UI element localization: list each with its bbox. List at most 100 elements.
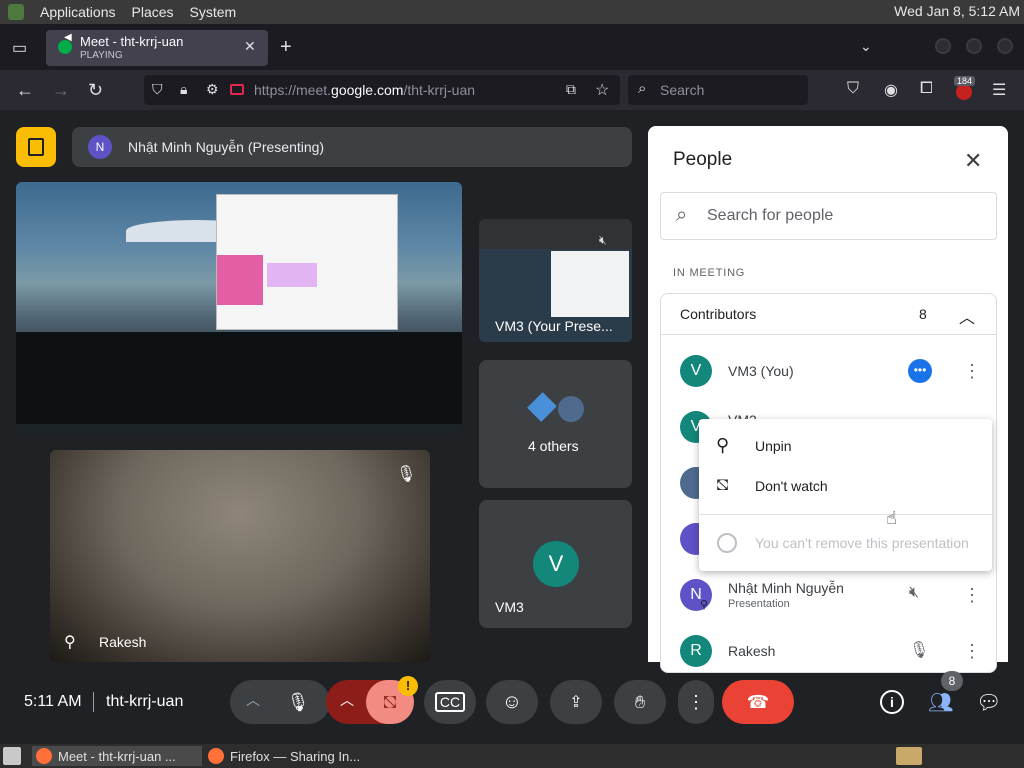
dont-watch-menu-item[interactable]: Don't watch: [755, 478, 828, 494]
taskbar-item-meet[interactable]: Meet - tht-krrj-uan ...: [32, 746, 202, 766]
leave-call-button[interactable]: ☎︎: [722, 680, 794, 724]
chat-icon[interactable]: 💬︎: [976, 690, 1001, 715]
presenting-label: Nhật Minh Nguyễn (Presenting): [128, 139, 325, 155]
tab-playing-status: PLAYING: [80, 50, 123, 61]
emoji-icon: ☺: [501, 690, 523, 713]
system-menu[interactable]: System: [190, 4, 237, 20]
video-off-icon: ⛞: [716, 477, 730, 494]
window-minimize-button[interactable]: [935, 38, 951, 54]
tracking-shield-icon[interactable]: ⛉: [152, 81, 163, 98]
forward-icon[interactable]: →: [52, 80, 70, 101]
participant-more-icon[interactable]: ⋮: [963, 641, 981, 662]
rakesh-video-tile[interactable]: [50, 450, 430, 662]
shared-window-thumbnail: [216, 194, 398, 330]
shared-window-purple-box: [267, 263, 317, 287]
muted-mic-icon: 🎙︎: [396, 466, 417, 483]
permissions-icon[interactable]: ⚙︎: [206, 81, 219, 98]
hang-up-icon: ☎︎: [746, 691, 770, 712]
contributors-divider: [661, 334, 996, 335]
close-icon[interactable]: ✕: [964, 148, 982, 174]
main-presentation-tile[interactable]: [16, 182, 462, 434]
shared-taskbar-strip: [16, 424, 462, 434]
reload-icon[interactable]: ↻: [88, 80, 103, 101]
microphone-button[interactable]: 🎙︎: [276, 680, 320, 724]
camera-alert-badge: !: [398, 676, 418, 696]
remove-presentation-item: You can't remove this presentation: [755, 535, 969, 551]
account-icon[interactable]: ◉: [884, 80, 898, 100]
lock-icon[interactable]: 🔒︎: [180, 81, 187, 98]
time-separator: [93, 692, 94, 712]
search-icon: ⌕: [638, 80, 647, 97]
contributors-header[interactable]: Contributors: [680, 306, 756, 322]
meeting-info-icon[interactable]: i: [880, 690, 904, 714]
people-title: People: [673, 149, 733, 170]
extensions-icon[interactable]: ⧠: [920, 80, 933, 98]
vm3-tile-avatar: V: [533, 541, 579, 587]
tree-silhouette-shape: [16, 332, 462, 434]
workspace-switcher[interactable]: [896, 747, 922, 765]
list-tabs-chevron-icon[interactable]: ⌄: [860, 38, 872, 55]
in-meeting-heading: IN MEETING: [673, 267, 746, 279]
show-desktop-icon[interactable]: [3, 747, 21, 765]
mic-options-chevron-icon[interactable]: ︿: [246, 690, 260, 710]
taskbar-item-firefox-sharing[interactable]: Firefox — Sharing In...: [204, 746, 374, 766]
vm3-presentation-window: [551, 251, 629, 317]
chevron-up-icon[interactable]: ︿: [959, 304, 975, 328]
presentation-layout-button[interactable]: [16, 127, 56, 167]
search-people-icon: ⌕: [676, 204, 688, 226]
taskbar-item-label: Firefox — Sharing In...: [230, 748, 361, 764]
ublock-icon[interactable]: [956, 84, 972, 100]
people-icon[interactable]: 👥︎: [928, 690, 953, 715]
unpin-menu-item[interactable]: Unpin: [755, 438, 792, 454]
participant-name: Rakesh: [728, 643, 776, 659]
tab-overview-icon[interactable]: ▭: [12, 38, 27, 58]
camera-options-chevron-icon[interactable]: ︿: [340, 690, 354, 710]
captions-button[interactable]: CC: [424, 680, 476, 724]
people-search-placeholder: Search for people: [707, 207, 834, 224]
unpin-icon: ⚲: [716, 435, 730, 455]
pip-icon[interactable]: ⧉: [566, 81, 576, 98]
url-text[interactable]: https://meet.google.com/tht-krrj-uan: [254, 82, 475, 98]
system-top-bar: Applications Places System Wed Jan 8, 5:…: [0, 0, 1024, 24]
window-maximize-button[interactable]: [966, 38, 982, 54]
contributors-count: 8: [919, 306, 927, 322]
hamburger-menu-icon[interactable]: ☰: [992, 80, 1006, 100]
others-tile[interactable]: [479, 360, 632, 488]
mouse-cursor-icon: ☝︎: [886, 508, 897, 528]
speaking-indicator-icon: •••: [908, 359, 932, 383]
others-label: 4 others: [528, 438, 579, 454]
back-icon[interactable]: ←: [16, 80, 34, 101]
firefox-icon: [36, 748, 52, 764]
muted-mic-icon[interactable]: 🎙︎: [909, 640, 929, 660]
tab-title: Meet - tht-krrj-uan: [80, 34, 184, 49]
more-options-button[interactable]: ⋮: [678, 680, 714, 724]
search-bar[interactable]: [628, 75, 808, 105]
pinned-icon: ⚲: [700, 599, 709, 611]
window-close-button[interactable]: [997, 38, 1013, 54]
others-avatar-2: [556, 394, 586, 424]
screen-share-indicator-icon[interactable]: [230, 84, 244, 95]
raise-hand-button[interactable]: ✋︎: [614, 680, 666, 724]
participant-avatar: V: [680, 355, 712, 387]
participant-more-icon[interactable]: ⋮: [963, 361, 981, 382]
speaker-playing-icon[interactable]: ◀︎: [64, 32, 72, 43]
system-clock[interactable]: Wed Jan 8, 5:12 AM: [894, 3, 1020, 19]
pocket-icon[interactable]: ⛉: [847, 80, 859, 98]
present-button[interactable]: ⇪: [550, 680, 602, 724]
reactions-button[interactable]: ☺: [486, 680, 538, 724]
more-vert-icon: ⋮: [687, 691, 705, 712]
vm3-tile-label: VM3: [495, 599, 524, 615]
meeting-code: tht-krrj-uan: [106, 693, 184, 710]
muted-audio-icon[interactable]: 🔇︎: [909, 584, 919, 602]
new-tab-icon[interactable]: +: [280, 36, 292, 59]
search-placeholder: Search: [660, 82, 705, 98]
participant-more-icon[interactable]: ⋮: [963, 585, 981, 606]
vm3-muted-audio-icon: 🔇︎: [599, 233, 607, 247]
applications-menu[interactable]: Applications: [40, 4, 116, 20]
bookmark-star-icon[interactable]: ☆: [595, 80, 609, 100]
participant-sub: Presentation: [728, 598, 790, 610]
tab-close-icon[interactable]: ✕: [244, 38, 256, 55]
gnome-foot-icon[interactable]: [8, 4, 24, 20]
shared-window-pink-panel: [217, 255, 263, 305]
places-menu[interactable]: Places: [132, 4, 174, 20]
